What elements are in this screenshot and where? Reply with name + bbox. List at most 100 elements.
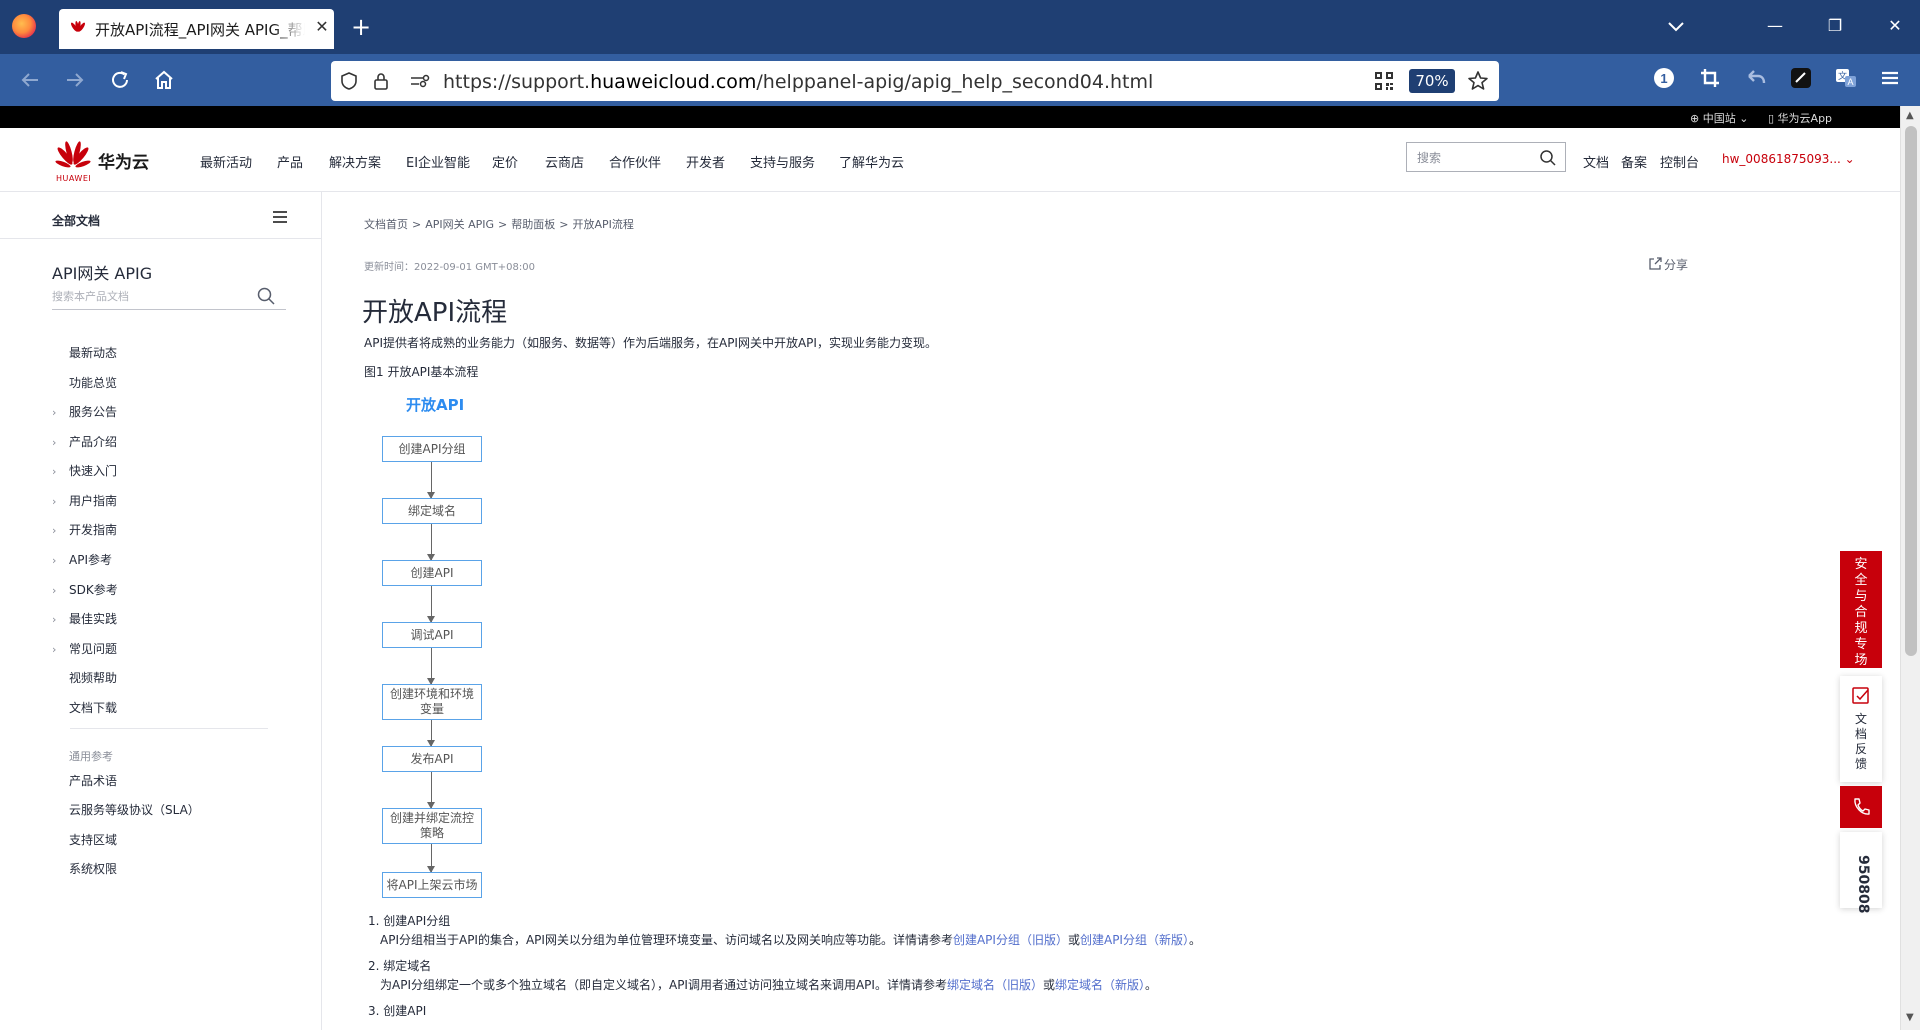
- lock-icon[interactable]: [371, 71, 391, 91]
- nav-item-about[interactable]: 了解华为云: [839, 152, 904, 171]
- scrollbar-thumb[interactable]: [1905, 126, 1917, 656]
- search-icon[interactable]: [1539, 149, 1557, 167]
- sidebar-item-best-practices[interactable]: › 最佳实践: [52, 610, 117, 627]
- permissions-icon[interactable]: [409, 71, 431, 91]
- sidebar-item-label: 快速入门: [69, 464, 118, 478]
- share-button[interactable]: 分享: [1648, 256, 1688, 273]
- breadcrumb-item[interactable]: 文档首页: [364, 218, 408, 231]
- huawei-favicon-icon: [70, 20, 86, 32]
- translate-icon[interactable]: 文 A: [1834, 66, 1858, 90]
- bookmark-star-icon[interactable]: [1467, 70, 1489, 92]
- firefox-menu-icon[interactable]: [12, 14, 36, 38]
- header-link-filing[interactable]: 备案: [1621, 152, 1647, 171]
- web-page: ⊕ 中国站 ⌄ ▯ 华为云App HUAWEI 华为云 最新活动 产品 解决方案…: [0, 106, 1900, 1030]
- feedback-char: 档: [1854, 727, 1867, 741]
- url-text[interactable]: https://support.huaweicloud.com/helppane…: [443, 71, 1153, 93]
- phone-contact-button[interactable]: [1840, 786, 1882, 828]
- qr-code-icon[interactable]: [1374, 71, 1394, 91]
- reload-icon[interactable]: [106, 66, 134, 94]
- scroll-up-arrow-icon[interactable]: ▲: [1906, 110, 1914, 121]
- sidebar-item-faq[interactable]: › 常见问题: [52, 640, 117, 657]
- nav-item-ei[interactable]: EI企业智能: [406, 152, 470, 171]
- chevron-right-icon: ›: [52, 465, 57, 478]
- breadcrumb-item[interactable]: 帮助面板: [511, 218, 555, 231]
- new-tab-button[interactable]: +: [348, 12, 374, 42]
- sidebar-item-video-help[interactable]: 视频帮助: [52, 669, 117, 686]
- sidebar-item-label: 用户指南: [69, 494, 118, 508]
- tab-close-icon[interactable]: ✕: [311, 16, 333, 38]
- dark-extension-icon[interactable]: [1789, 66, 1813, 90]
- nav-item-partners[interactable]: 合作伙伴: [609, 152, 661, 171]
- link-create-group-new[interactable]: 创建API分组（新版）: [1080, 933, 1189, 947]
- home-icon[interactable]: [150, 66, 178, 94]
- crop-screenshot-icon[interactable]: [1698, 66, 1722, 90]
- sidebar-item-api-reference[interactable]: › API参考: [52, 551, 112, 568]
- sidebar-item-sdk-reference[interactable]: › SDK参考: [52, 581, 118, 598]
- all-docs-link[interactable]: 全部文档: [52, 212, 100, 229]
- sidebar-item-glossary[interactable]: 产品术语: [69, 772, 117, 789]
- search-icon[interactable]: [256, 286, 276, 306]
- tracking-protection-shield-icon[interactable]: [339, 71, 359, 91]
- sidebar-item-features[interactable]: 功能总览: [52, 374, 117, 391]
- doc-feedback-button[interactable]: 文 档 反 馈: [1840, 676, 1882, 782]
- nav-item-pricing[interactable]: 定价: [492, 152, 518, 171]
- address-bar[interactable]: https://support.huaweicloud.com/helppane…: [331, 61, 1499, 101]
- window-restore-button[interactable]: ❐: [1820, 14, 1850, 38]
- nav-item-support[interactable]: 支持与服务: [750, 152, 815, 171]
- app-download-link[interactable]: ▯ 华为云App: [1768, 110, 1832, 126]
- step-description-text: 为API分组绑定一个或多个独立域名（即自定义域名），API调用者通过访问独立域名…: [380, 978, 947, 992]
- sidebar-item-dev-guide[interactable]: › 开发指南: [52, 521, 117, 538]
- nav-item-products[interactable]: 产品: [277, 152, 303, 171]
- nav-item-marketplace[interactable]: 云商店: [545, 152, 584, 171]
- sidebar-item-user-guide[interactable]: › 用户指南: [52, 492, 117, 509]
- header-search-placeholder: 搜索: [1417, 151, 1442, 165]
- logo-name[interactable]: 华为云: [98, 148, 149, 173]
- undo-arrow-icon[interactable]: [1744, 66, 1768, 90]
- sidebar-item-label: SDK参考: [69, 583, 118, 597]
- sidebar-item-introduction[interactable]: › 产品介绍: [52, 433, 117, 450]
- window-minimize-button[interactable]: —: [1760, 14, 1790, 38]
- zoom-level-badge[interactable]: 70%: [1409, 69, 1455, 93]
- breadcrumb-item[interactable]: API网关 APIG: [425, 218, 494, 231]
- hamburger-menu-icon[interactable]: [1878, 66, 1902, 90]
- extension-notification-icon[interactable]: 1: [1652, 66, 1676, 90]
- nav-item-activities[interactable]: 最新活动: [200, 152, 252, 171]
- nav-item-developers[interactable]: 开发者: [686, 152, 725, 171]
- sidebar-item-getting-started[interactable]: › 快速入门: [52, 462, 117, 479]
- sidebar-item-whats-new[interactable]: 最新动态: [52, 344, 117, 361]
- sidebar-item-permissions[interactable]: 系统权限: [69, 860, 117, 877]
- link-bind-domain-new[interactable]: 绑定域名（新版）: [1055, 978, 1145, 992]
- region-selector[interactable]: ⊕ 中国站 ⌄: [1690, 110, 1748, 126]
- flow-diagram: 创建API分组 绑定域名 创建API 调试API 创建环境和环境变量 发布API…: [380, 436, 490, 916]
- step-description: API分组相当于API的集合，API网关以分组为单位管理环境变量、访问域名以及网…: [380, 931, 1201, 948]
- feedback-char: 文: [1854, 712, 1867, 726]
- page-scrollbar[interactable]: ▲ ▼: [1900, 106, 1920, 1030]
- sidebar-search-input[interactable]: 搜索本产品文档: [52, 282, 286, 310]
- header-search-input[interactable]: 搜索: [1406, 142, 1566, 172]
- sidebar-product-title[interactable]: API网关 APIG: [52, 260, 152, 284]
- link-create-group-old[interactable]: 创建API分组（旧版）: [953, 933, 1068, 947]
- breadcrumb-separator: >: [559, 218, 569, 231]
- sidebar-item-regions[interactable]: 支持区域: [69, 831, 117, 848]
- flow-step-bind-domain: 绑定域名: [382, 498, 482, 524]
- user-account-menu[interactable]: hw_00861875093... ⌄: [1722, 152, 1855, 166]
- forward-arrow-icon[interactable]: [61, 66, 89, 94]
- window-close-button[interactable]: ✕: [1880, 14, 1910, 38]
- list-all-tabs-icon[interactable]: [1664, 14, 1688, 38]
- security-compliance-banner[interactable]: 安 全 与 合 规 专 场: [1840, 551, 1882, 668]
- header-link-console[interactable]: 控制台: [1660, 152, 1699, 171]
- nav-item-solutions[interactable]: 解决方案: [329, 152, 381, 171]
- sidebar-item-announcements[interactable]: › 服务公告: [52, 403, 117, 420]
- sidebar-item-sla[interactable]: 云服务等级协议（SLA）: [69, 801, 200, 818]
- sidebar-item-doc-download[interactable]: 文档下载: [52, 699, 117, 716]
- scroll-down-arrow-icon[interactable]: ▼: [1906, 1012, 1914, 1023]
- sidebar-menu-icon[interactable]: [272, 210, 288, 224]
- link-bind-domain-old[interactable]: 绑定域名（旧版）: [947, 978, 1043, 992]
- step-description: 为API分组绑定一个或多个独立域名（即自定义域名），API调用者通过访问独立域名…: [380, 976, 1157, 993]
- sidebar-item-label: 常见问题: [69, 642, 118, 656]
- flow-step-create-api: 创建API: [382, 560, 482, 586]
- header-link-docs[interactable]: 文档: [1583, 152, 1609, 171]
- huawei-logo-icon[interactable]: [55, 138, 91, 174]
- browser-tab-active[interactable]: 开放API流程_API网关 APIG_帮助面板 ✕: [59, 9, 334, 49]
- back-arrow-icon[interactable]: [16, 66, 44, 94]
